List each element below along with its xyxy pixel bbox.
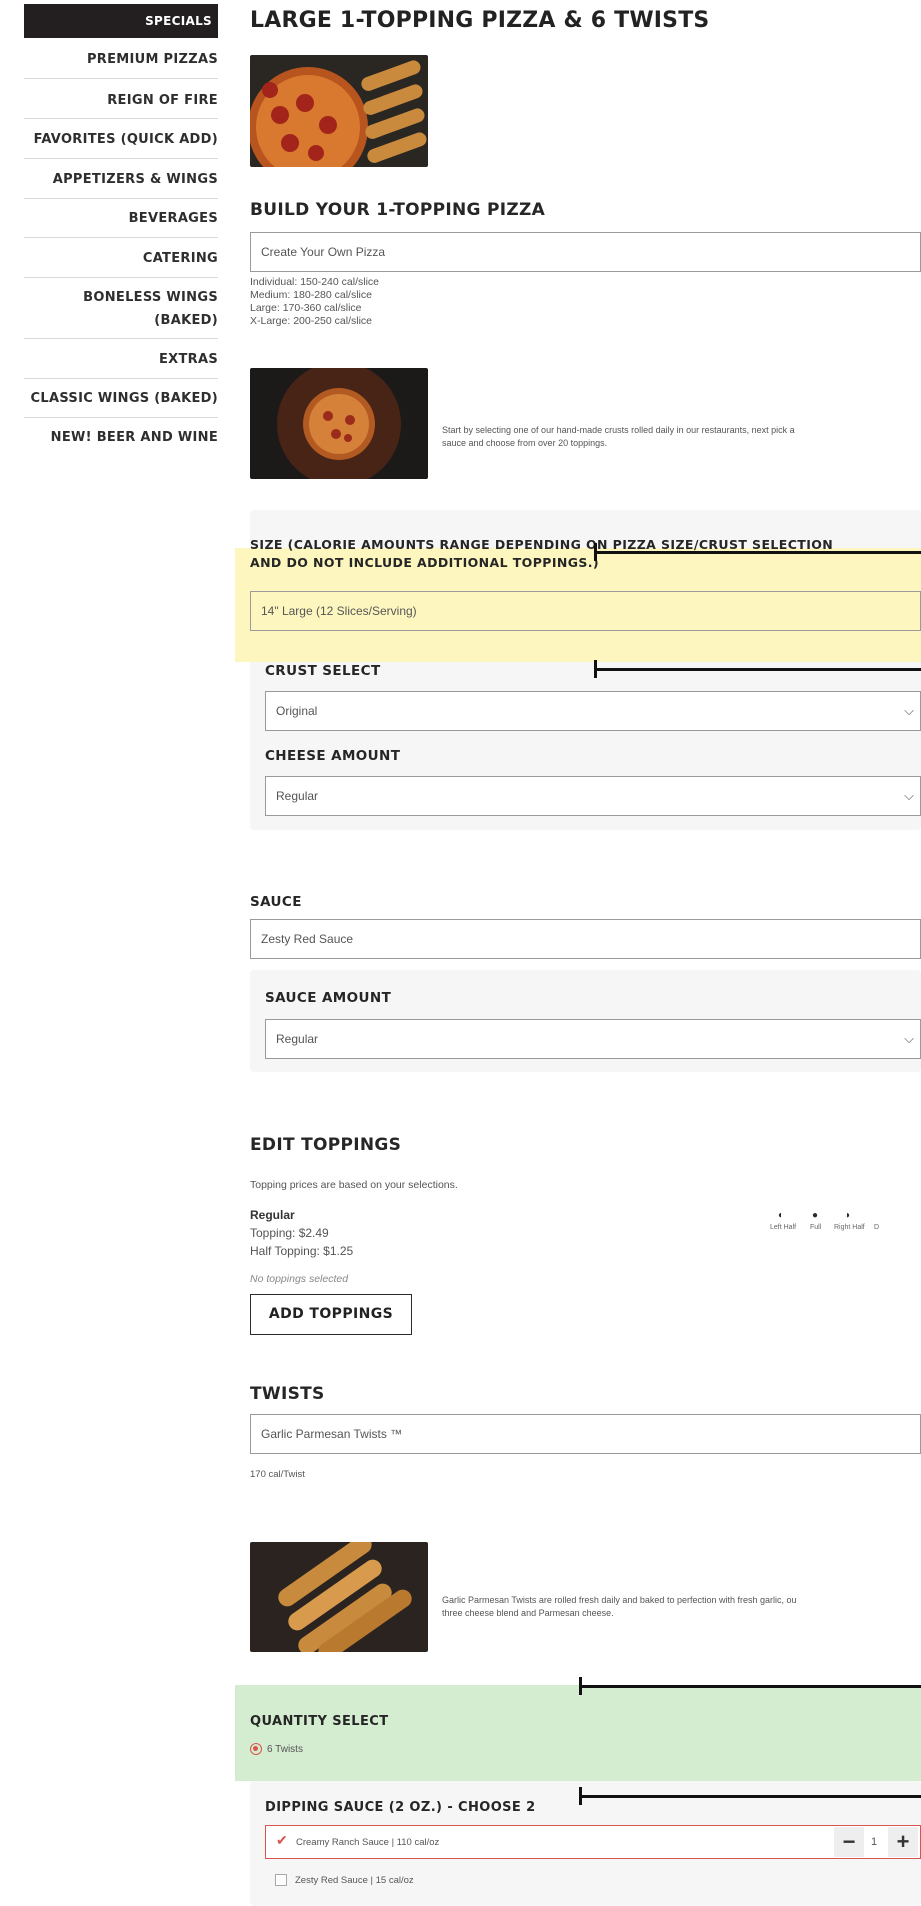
toppings-heading: EDIT TOPPINGS bbox=[250, 1135, 402, 1155]
twists-image bbox=[250, 1542, 428, 1652]
sidebar-divider bbox=[24, 198, 218, 199]
annotation-tick bbox=[579, 1787, 582, 1805]
topping-tier: Regular bbox=[250, 1208, 295, 1222]
size-heading-line1: SIZE (CALORIE AMOUNTS RANGE DEPENDING ON… bbox=[250, 537, 834, 552]
chevron-down-icon: ⌵ bbox=[904, 703, 914, 718]
quantity-heading: QUANTITY SELECT bbox=[250, 1714, 389, 1729]
sidebar-item-boneless-wings[interactable]: BONELESS WINGS bbox=[83, 290, 218, 305]
chevron-down-icon: ⌵ bbox=[904, 788, 914, 803]
plus-icon[interactable]: + bbox=[888, 1827, 918, 1857]
sidebar-divider bbox=[24, 378, 218, 379]
sauce-amount-heading: SAUCE AMOUNT bbox=[265, 990, 392, 1006]
quantity-highlight bbox=[235, 1685, 921, 1781]
double-label: D bbox=[874, 1224, 880, 1231]
sidebar-divider bbox=[24, 158, 218, 159]
calorie-medium: Medium: 180-280 cal/slice bbox=[250, 289, 372, 301]
annotation-line bbox=[595, 551, 921, 554]
checkbox-icon[interactable] bbox=[275, 1874, 287, 1886]
sauce-amount-value: Regular bbox=[276, 1032, 319, 1046]
checkmark-icon: ✔ bbox=[276, 1832, 288, 1848]
crust-value: Original bbox=[276, 704, 318, 718]
annotation-line bbox=[595, 668, 921, 671]
sauce-select[interactable]: Zesty Red Sauce bbox=[250, 919, 921, 959]
sauce-amount-select[interactable]: Regular ⌵ bbox=[265, 1019, 921, 1059]
product-image bbox=[250, 55, 428, 167]
pizza-build-image bbox=[250, 368, 428, 479]
sidebar-item-beverages[interactable]: BEVERAGES bbox=[129, 211, 218, 226]
sidebar-divider bbox=[24, 118, 218, 119]
no-toppings-text: No toppings selected bbox=[250, 1273, 349, 1285]
left-half-icon: ◐ bbox=[778, 1210, 785, 1221]
twists-select[interactable]: Garlic Parmesan Twists ™ bbox=[250, 1414, 921, 1454]
dipping-heading: DIPPING SAUCE (2 OZ.) - CHOOSE 2 bbox=[265, 1800, 536, 1815]
sidebar-item-classic-wings[interactable]: CLASSIC WINGS (BAKED) bbox=[31, 391, 218, 406]
quantity-value: 6 Twists bbox=[267, 1744, 303, 1755]
sidebar-item-boneless-wings-baked[interactable]: (BAKED) bbox=[154, 313, 218, 328]
sidebar-divider bbox=[24, 338, 218, 339]
crust-heading: CRUST SELECT bbox=[265, 663, 381, 679]
sidebar-item-favorites[interactable]: FAVORITES (QUICK ADD) bbox=[34, 132, 218, 147]
twists-heading: TWISTS bbox=[250, 1384, 325, 1404]
calorie-xlarge: X-Large: 200-250 cal/slice bbox=[250, 315, 372, 327]
calorie-individual: Individual: 150-240 cal/slice bbox=[250, 276, 379, 288]
toppings-note: Topping prices are based on your selecti… bbox=[250, 1179, 458, 1191]
build-heading: BUILD YOUR 1-TOPPING PIZZA bbox=[250, 200, 546, 220]
build-description-line2: sauce and choose from over 20 toppings. bbox=[442, 438, 608, 448]
sidebar-item-premium-pizzas[interactable]: PREMIUM PIZZAS bbox=[87, 52, 218, 67]
chevron-down-icon: ⌵ bbox=[904, 1031, 914, 1046]
right-half-label: Right Half bbox=[834, 1224, 865, 1231]
sidebar-divider bbox=[24, 237, 218, 238]
right-half-icon: ◑ bbox=[844, 1210, 851, 1221]
dipping-qty: 1 bbox=[871, 1836, 878, 1848]
add-toppings-button[interactable]: ADD TOPPINGS bbox=[250, 1294, 412, 1335]
radio-selected-icon[interactable] bbox=[250, 1743, 262, 1755]
size-select[interactable]: 14" Large (12 Slices/Serving) bbox=[250, 591, 921, 631]
annotation-tick bbox=[594, 543, 597, 561]
page-title: LARGE 1-TOPPING PIZZA & 6 TWISTS bbox=[250, 8, 710, 33]
annotation-line bbox=[580, 1795, 921, 1798]
topping-price: Topping: $2.49 bbox=[250, 1226, 329, 1240]
sidebar-item-reign-of-fire[interactable]: REIGN OF FIRE bbox=[107, 93, 218, 108]
cheese-value: Regular bbox=[276, 789, 319, 803]
minus-icon[interactable]: − bbox=[834, 1827, 864, 1857]
sidebar-divider bbox=[24, 417, 218, 418]
twists-description-line2: three cheese blend and Parmesan cheese. bbox=[442, 1608, 614, 1618]
twists-description-line1: Garlic Parmesan Twists are rolled fresh … bbox=[442, 1595, 797, 1605]
build-description-line1: Start by selecting one of our hand-made … bbox=[442, 425, 795, 435]
left-half-label: Left Half bbox=[770, 1224, 797, 1231]
dipping-option-zesty-red[interactable]: Zesty Red Sauce | 15 cal/oz bbox=[265, 1864, 921, 1898]
half-topping-price: Half Topping: $1.25 bbox=[250, 1244, 354, 1258]
placement-legend: ◐ Left Half ● Full ◑ Right Half D bbox=[770, 1210, 921, 1240]
crust-select[interactable]: Original ⌵ bbox=[265, 691, 921, 731]
pizza-type-select[interactable]: Create Your Own Pizza bbox=[250, 232, 921, 272]
product-builder: LARGE 1-TOPPING PIZZA & 6 TWISTS BUILD Y… bbox=[235, 0, 921, 1906]
sidebar-item-beer-and-wine[interactable]: NEW! BEER AND WINE bbox=[51, 430, 218, 445]
annotation-tick bbox=[594, 660, 597, 678]
size-heading-line2: AND DO NOT INCLUDE ADDITIONAL TOPPINGS.) bbox=[250, 555, 600, 570]
sidebar-item-appetizers-wings[interactable]: APPETIZERS & WINGS bbox=[53, 172, 218, 187]
sidebar-item-specials[interactable]: SPECIALS bbox=[24, 4, 218, 38]
sauce-heading: SAUCE bbox=[250, 894, 302, 910]
sidebar-divider bbox=[24, 277, 218, 278]
annotation-tick bbox=[579, 1677, 582, 1695]
sidebar-item-extras[interactable]: EXTRAS bbox=[159, 352, 218, 367]
cheese-amount-select[interactable]: Regular ⌵ bbox=[265, 776, 921, 816]
annotation-line bbox=[580, 1685, 921, 1688]
calorie-large: Large: 170-360 cal/slice bbox=[250, 302, 362, 314]
dipping-option-label: Zesty Red Sauce | 15 cal/oz bbox=[295, 1875, 414, 1886]
cheese-heading: CHEESE AMOUNT bbox=[265, 748, 401, 764]
full-label: Full bbox=[810, 1224, 822, 1231]
sidebar-item-catering[interactable]: CATERING bbox=[143, 251, 218, 266]
full-icon: ● bbox=[812, 1210, 819, 1221]
twists-calories: 170 cal/Twist bbox=[250, 1469, 305, 1480]
sidebar-divider bbox=[24, 78, 218, 79]
dipping-option-ranch[interactable]: ✔ Creamy Ranch Sauce | 110 cal/oz − 1 + bbox=[265, 1825, 921, 1859]
dipping-option-label: Creamy Ranch Sauce | 110 cal/oz bbox=[296, 1837, 440, 1848]
